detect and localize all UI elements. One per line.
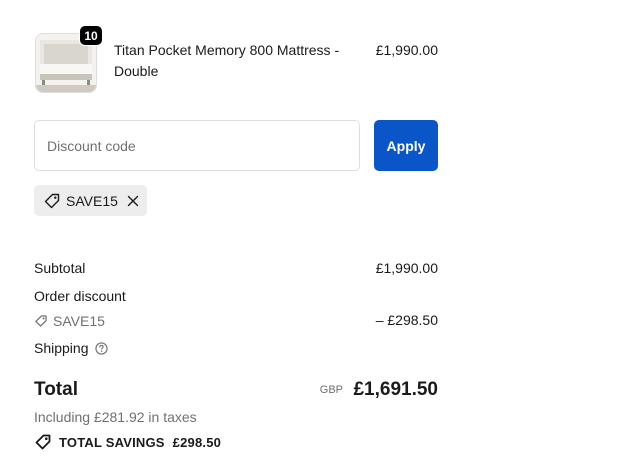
applied-discount-chip: SAVE15 [34, 185, 147, 216]
tag-icon [44, 193, 60, 208]
remove-discount-button[interactable] [126, 194, 140, 208]
total-savings-label: TOTAL SAVINGS [59, 434, 165, 450]
order-discount-label: Order discount [34, 288, 126, 304]
applied-discount-code: SAVE15 [66, 192, 118, 209]
close-icon [127, 195, 139, 206]
help-circle-icon[interactable] [94, 341, 108, 355]
discount-value: – £298.50 [375, 312, 438, 328]
shipping-label: Shipping [34, 340, 89, 356]
product-name: Titan Pocket Memory 800 Mattress - Doubl… [114, 42, 340, 79]
taxes-note: Including £281.92 in taxes [34, 409, 197, 425]
quantity-badge: 10 [79, 25, 103, 46]
discount-code-input[interactable] [34, 120, 360, 171]
currency-code: GBP [319, 384, 343, 396]
apply-discount-button[interactable]: Apply [374, 120, 438, 171]
order-discount-code: SAVE15 [34, 311, 105, 331]
total-label: Total [34, 379, 78, 400]
subtotal-label: Subtotal [34, 260, 86, 276]
tag-icon [35, 315, 47, 327]
product-price: £1,990.00 [375, 42, 438, 58]
total-savings: TOTAL SAVINGS £298.50 [34, 433, 221, 451]
subtotal-value: £1,990.00 [375, 260, 438, 276]
total-value: £1,691.50 [353, 379, 438, 400]
total-savings-value: £298.50 [172, 434, 222, 450]
shipping-row: Shipping [34, 338, 108, 358]
tag-icon [35, 434, 51, 450]
discount-code-text: SAVE15 [53, 313, 105, 329]
